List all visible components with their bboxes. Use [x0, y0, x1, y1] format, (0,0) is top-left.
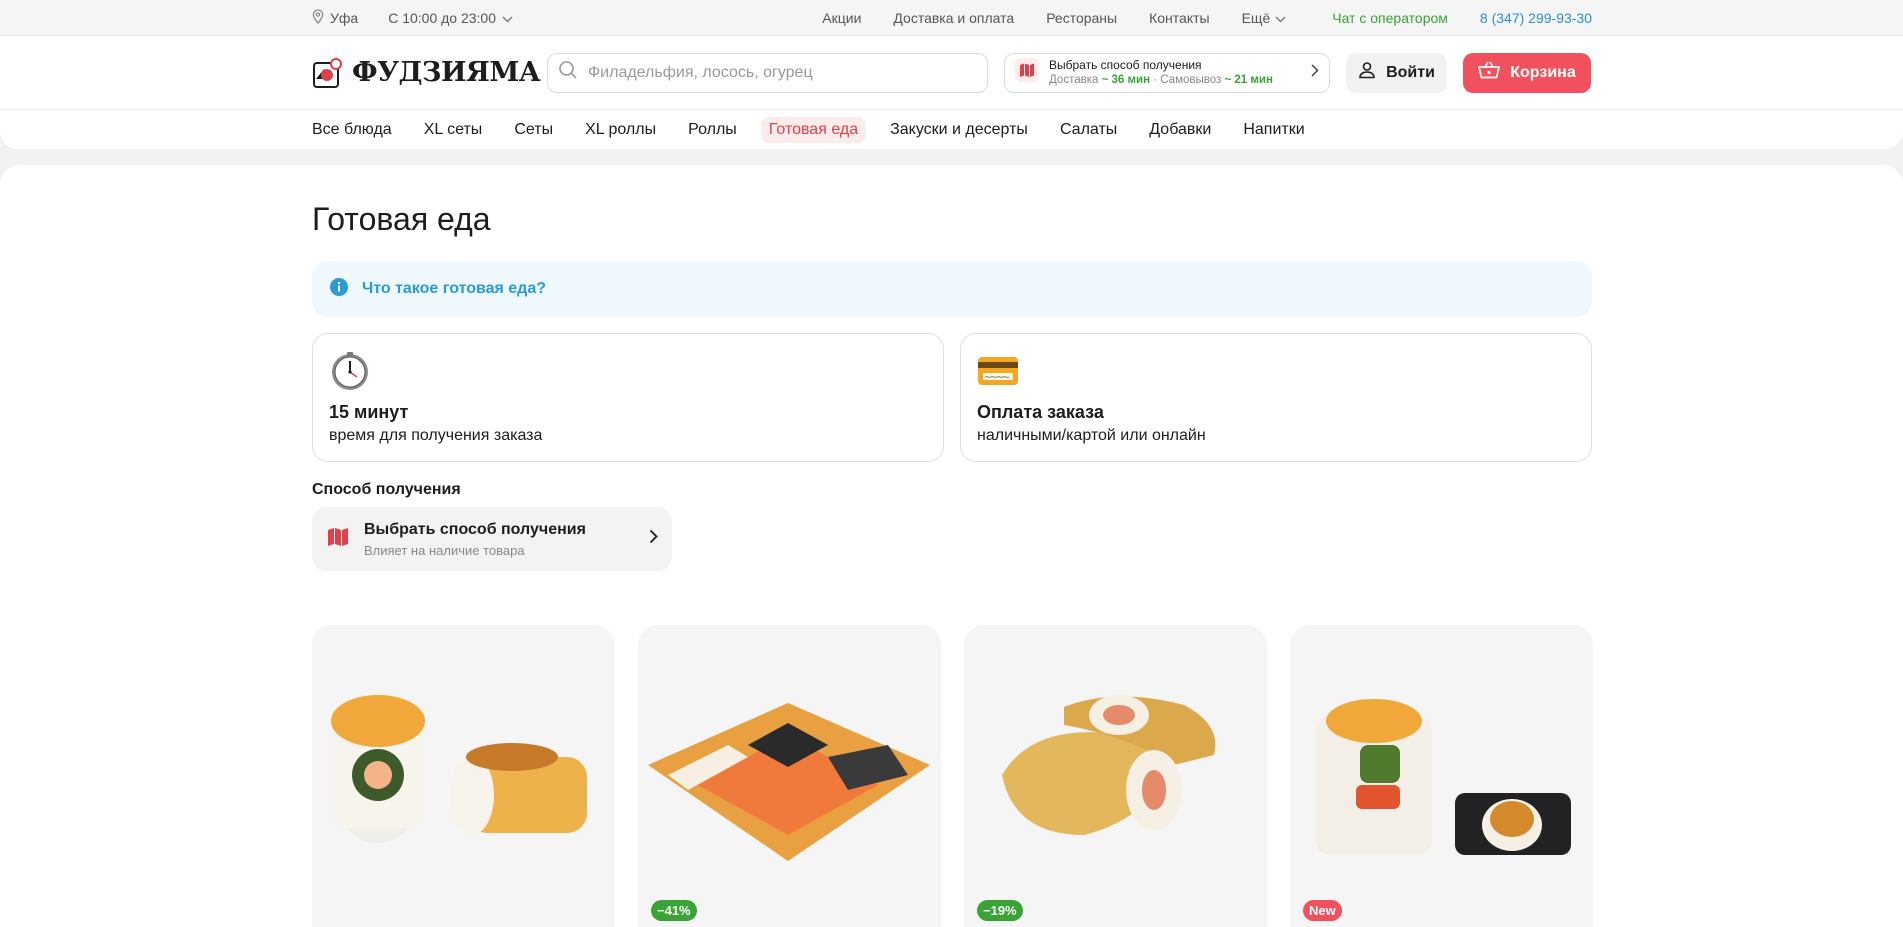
nav-item-7[interactable]: Салаты [1052, 117, 1125, 143]
info-card-payment: Оплата заказа наличными/картой или онлай… [960, 333, 1592, 462]
receive-title: Выбрать способ получения [1049, 57, 1202, 72]
card-subtitle: время для получения заказа [329, 427, 543, 444]
clock-icon [329, 352, 371, 396]
phone-link[interactable]: 8 (347) 299-93-30 [1480, 10, 1592, 26]
chevron-right-icon [1311, 63, 1319, 82]
product-image [1002, 695, 1216, 835]
cart-label: Корзина [1510, 63, 1576, 81]
delivery-time: ~ 36 мин [1101, 73, 1151, 86]
link-delivery[interactable]: Доставка и оплата [893, 10, 1014, 26]
info-card-time: 15 минут время для получения заказа [312, 333, 944, 462]
basket-icon [1478, 61, 1501, 84]
map-icon [326, 525, 350, 554]
receive-method-selector[interactable]: Выбрать способ получения Влияет на налич… [312, 507, 672, 571]
main-content: Готовая еда Что такое готовая еда? 15 ми… [0, 165, 1903, 927]
category-nav: Все блюда XL сеты Сеты XL роллы Роллы Готовая… [0, 109, 1903, 149]
info-icon [330, 277, 348, 301]
city-selector[interactable]: Уфа [312, 9, 358, 27]
nav-item-4[interactable]: Роллы [680, 117, 745, 143]
nav-item-2[interactable]: Сеты [506, 117, 561, 143]
cart-button[interactable]: Корзина [1463, 52, 1591, 93]
login-button[interactable]: Войти [1346, 52, 1447, 93]
credit-card-icon [977, 357, 1019, 396]
card-subtitle: наличными/картой или онлайн [977, 427, 1206, 444]
user-icon [1358, 61, 1376, 84]
link-contacts[interactable]: Контакты [1149, 10, 1209, 26]
nav-item-5[interactable]: Готовая еда [760, 117, 867, 143]
receive-times: Доставка ~ 36 мин · Самовывоз ~ 21 мин [1049, 73, 1273, 86]
nav-item-9[interactable]: Напитки [1235, 117, 1312, 143]
search-input[interactable] [588, 63, 968, 82]
product-card[interactable]: −41% [638, 625, 941, 927]
discount-badge: −41% [651, 900, 697, 921]
delivery-label: Доставка [1049, 73, 1099, 86]
map-icon [1015, 58, 1039, 87]
pickup-time: ~ 21 мин [1224, 73, 1273, 86]
nav-item-0[interactable]: Все блюда [312, 117, 400, 143]
method-subtitle: Влияет на наличие товара [364, 542, 525, 558]
product-image [648, 703, 930, 861]
search-icon [558, 60, 578, 85]
link-restaurants[interactable]: Рестораны [1046, 10, 1117, 26]
product-image [331, 695, 587, 843]
logo[interactable]: ФУДЗИЯМА [312, 57, 541, 89]
receive-method-label: Способ получения [312, 481, 461, 498]
nav-item-1[interactable]: XL сеты [416, 117, 491, 143]
new-badge: New [1303, 900, 1342, 921]
city-label: Уфа [330, 10, 359, 26]
nav-item-3[interactable]: XL роллы [577, 117, 664, 143]
product-card[interactable]: New [1290, 625, 1593, 927]
header: ФУДЗИЯМА Выбрать способ получения Достав… [0, 36, 1903, 109]
more-menu[interactable]: Ещё [1242, 10, 1287, 26]
nav-item-8[interactable]: Добавки [1141, 117, 1219, 143]
card-title: 15 минут [329, 402, 409, 422]
top-bar: Уфа С 10:00 до 23:00 Акции Доставка и оп… [0, 0, 1903, 36]
info-text: Что такое готовая еда? [362, 280, 546, 297]
logo-icon [312, 57, 344, 89]
more-label: Ещё [1241, 10, 1271, 26]
discount-badge: −19% [977, 900, 1023, 921]
location-pin-icon [312, 9, 324, 27]
hours-selector[interactable]: С 10:00 до 23:00 [388, 10, 513, 26]
product-card[interactable] [312, 625, 615, 927]
login-label: Войти [1386, 63, 1435, 81]
nav-item-6[interactable]: Закуски и десерты [882, 117, 1036, 143]
receive-method-button[interactable]: Выбрать способ получения Доставка ~ 36 м… [1004, 52, 1330, 93]
page-title: Готовая еда [312, 201, 491, 237]
chevron-down-icon [502, 10, 513, 26]
chevron-down-icon [1275, 10, 1286, 26]
hours-label: С 10:00 до 23:00 [388, 10, 497, 26]
info-banner[interactable]: Что такое готовая еда? [312, 261, 1592, 317]
link-promotions[interactable]: Акции [822, 10, 861, 26]
pickup-label: Самовывоз [1160, 73, 1222, 86]
product-image [1316, 699, 1571, 855]
chevron-right-icon [649, 529, 658, 549]
method-title: Выбрать способ получения [364, 520, 586, 538]
product-card[interactable]: −19% [964, 625, 1267, 927]
card-title: Оплата заказа [977, 402, 1104, 422]
search-box[interactable] [547, 52, 988, 93]
logo-text: ФУДЗИЯМА [352, 57, 541, 88]
operator-chat-link[interactable]: Чат с оператором [1332, 10, 1448, 26]
